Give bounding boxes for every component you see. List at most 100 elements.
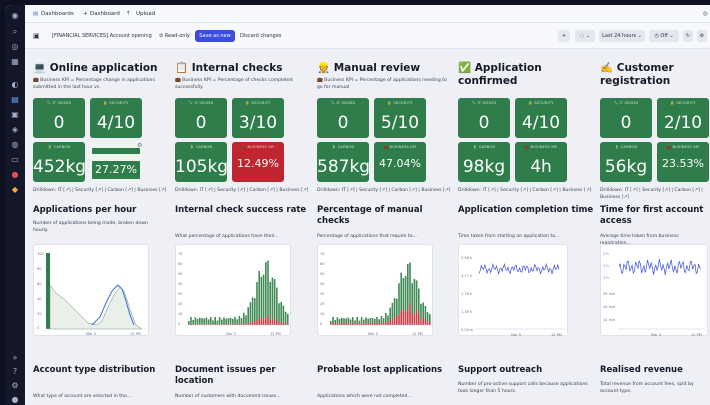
it-issues-tile[interactable]: 🔧 IT ISSUES 0 bbox=[317, 98, 369, 138]
settings-icon[interactable]: ⚙ bbox=[10, 381, 20, 391]
bar-red bbox=[376, 322, 378, 325]
tab-dashboard[interactable]: Dashboard bbox=[90, 9, 120, 19]
carbon-tile[interactable]: 🍃 CARBON 56kg bbox=[600, 142, 652, 182]
read-only-label: ⊘ Read-only bbox=[159, 33, 190, 39]
bar-green bbox=[402, 278, 405, 309]
discard-changes-button[interactable]: Discard changes bbox=[240, 31, 281, 41]
y-tick: 0 bbox=[178, 322, 180, 326]
expand-icon[interactable]: » bbox=[10, 353, 20, 363]
carbon-tile[interactable]: 🍃 CARBON 98kg bbox=[458, 142, 510, 182]
chart-applications-per-hour[interactable]: 100 80 60 40 20 0 Mar 5 12 PM bbox=[33, 244, 149, 336]
add-tile-button[interactable]: + bbox=[558, 30, 570, 42]
logo-icon[interactable]: ◉ bbox=[10, 11, 20, 21]
bar-green bbox=[287, 314, 289, 324]
chart-manual-checks[interactable]: 70 60 50 40 30 20 10 0 Mar 5 12 PM bbox=[317, 244, 433, 336]
search-icon[interactable]: ⌕ bbox=[10, 27, 20, 37]
bar-red bbox=[265, 318, 267, 325]
drilldown-links[interactable]: Drilldown: IT [↗] | Security [↗] | Carbo… bbox=[175, 187, 309, 194]
bar-green bbox=[282, 305, 285, 323]
security-tile[interactable]: 🔒 SECURITY 2/10 bbox=[657, 98, 709, 138]
y-tick: 1 h bbox=[603, 264, 609, 268]
y-tick: 0.00 m bbox=[461, 328, 474, 332]
alert-icon[interactable]: ● bbox=[10, 170, 20, 180]
bar-green bbox=[391, 302, 394, 321]
it-issues-tile[interactable]: 🔧 IT ISSUES 0 bbox=[458, 98, 510, 138]
sidebar-toggle-icon[interactable]: ▣ bbox=[33, 31, 40, 41]
bar-red bbox=[278, 323, 280, 325]
bar-green bbox=[352, 317, 354, 323]
bar-red bbox=[382, 322, 385, 325]
x-tick: 12 PM bbox=[551, 333, 562, 337]
bar-green bbox=[192, 319, 194, 325]
carbon-tile[interactable]: 🍃 CARBON 587kg bbox=[317, 142, 370, 182]
timeframe-selector[interactable]: Last 24 hours ⌄ bbox=[599, 30, 645, 42]
bar-red bbox=[413, 314, 416, 325]
ai-icon[interactable]: ◎ bbox=[10, 42, 20, 52]
x-tick: Mar 5 bbox=[511, 333, 521, 337]
bar-red bbox=[404, 311, 407, 325]
security-tile[interactable]: 🔒 SECURITY 4/10 bbox=[515, 98, 567, 138]
tab-dashboards[interactable]: Dashboards bbox=[41, 9, 74, 19]
help-icon[interactable]: ? bbox=[10, 367, 20, 377]
security-tile[interactable]: 🔒 SECURITY 3/10 bbox=[232, 98, 284, 138]
refresh-selector[interactable]: ◷ Off ⌄ bbox=[649, 30, 679, 42]
bar-green bbox=[396, 298, 398, 316]
business-kpi-tile[interactable]: 27.27% bbox=[90, 142, 142, 182]
dashboards-tab-icon: ▤ bbox=[33, 11, 39, 17]
business-kpi-tile[interactable]: 💼 BUSINESS KPI 12.49% bbox=[232, 142, 284, 182]
drilldown-links[interactable]: Drilldown: IT [↗] | Security [↗] | Carbo… bbox=[33, 187, 167, 194]
security-tile[interactable]: 🔒 SECURITY 5/10 bbox=[374, 98, 426, 138]
refresh-icon[interactable]: ↻ bbox=[683, 30, 693, 42]
window-close-icon[interactable]: ◎ bbox=[703, 9, 708, 19]
drilldown-links[interactable]: Drilldown: IT [↗] | Security [↗] | Carbo… bbox=[317, 187, 451, 194]
business-kpi-tile[interactable]: 💼 BUSINESS KPI 4h bbox=[515, 142, 567, 182]
bar-green bbox=[420, 303, 422, 321]
user-icon[interactable]: ● bbox=[10, 395, 20, 405]
business-kpi-tile[interactable]: 💼 BUSINESS KPI 47.04% bbox=[374, 142, 426, 182]
x-tick: 12 PM bbox=[691, 333, 702, 337]
notebook-icon[interactable]: ▣ bbox=[10, 110, 20, 120]
bar-green bbox=[254, 298, 256, 322]
terminal-icon[interactable]: ▭ bbox=[10, 155, 20, 165]
section-title: Internal check success rate bbox=[175, 205, 307, 215]
bar-red bbox=[258, 318, 260, 325]
section-title: Applications per hour bbox=[33, 205, 137, 215]
bar-green bbox=[276, 287, 278, 321]
carbon-tile[interactable]: 🍃 CARBON 452kg bbox=[33, 142, 86, 182]
it-issues-tile[interactable]: 🔧 IT ISSUES 0 bbox=[33, 98, 85, 138]
upload-icon[interactable]: ⤒ bbox=[127, 9, 129, 19]
settings-icon[interactable]: ⚙ bbox=[697, 30, 707, 42]
bar-series bbox=[188, 260, 289, 325]
chart-internal-check-success[interactable]: 70 60 50 40 30 20 10 0 Mar 5 12 PM bbox=[175, 244, 291, 336]
infra-icon[interactable]: ◍ bbox=[10, 140, 20, 150]
dashboard-title[interactable]: [FINANCIAL SERVICES] Account opening bbox=[52, 31, 152, 41]
chart-completion-time[interactable]: 5.56 h 4.17 h 2.78 h 1.39 h 0.00 m Mar 5… bbox=[458, 244, 568, 337]
bar-red bbox=[280, 321, 282, 325]
tab-upload[interactable]: Upload bbox=[136, 9, 155, 19]
dashboards-icon[interactable]: ▤ bbox=[10, 95, 20, 105]
chart-first-access-time[interactable]: 2 h 1 h 1 h 30 min 20 min 10 min Mar 5 1… bbox=[600, 244, 708, 337]
it-issues-tile[interactable]: 🔧 IT ISSUES 0 bbox=[175, 98, 227, 138]
services-icon[interactable]: ◈ bbox=[10, 125, 20, 135]
filter-button[interactable]: ◌ ⌄ bbox=[575, 30, 595, 42]
bar-green bbox=[249, 302, 252, 323]
bulb-icon[interactable]: ◆ bbox=[10, 185, 20, 195]
monitor-icon[interactable]: ◐ bbox=[10, 80, 20, 90]
y-tick: 1.39 h bbox=[461, 310, 472, 314]
apps-icon[interactable]: ▦ bbox=[10, 57, 20, 67]
x-tick: Mar 5 bbox=[651, 333, 661, 337]
drilldown-links[interactable]: Drilldown: IT [↗] | Security [↗] | Carbo… bbox=[600, 187, 708, 201]
carbon-tile[interactable]: 🍃 CARBON 105kg bbox=[175, 142, 228, 182]
drilldown-links[interactable]: Drilldown: IT [↗] | Security [↗] | Carbo… bbox=[458, 187, 592, 194]
bar-red bbox=[420, 320, 422, 325]
add-icon[interactable]: + bbox=[83, 9, 88, 19]
y-tick: 40 bbox=[37, 297, 41, 301]
bar-green bbox=[413, 278, 416, 315]
save-as-new-button[interactable]: Save as new bbox=[195, 30, 235, 42]
business-kpi-tile[interactable]: 💼 BUSINESS KPI 23.53% bbox=[657, 142, 709, 182]
bottom-section-title: Probable lost applications bbox=[317, 365, 443, 375]
bar-red bbox=[429, 321, 431, 325]
it-issues-tile[interactable]: 🔧 IT ISSUES 0 bbox=[600, 98, 652, 138]
tile-settings-icon[interactable]: ⚙ bbox=[137, 142, 142, 149]
security-tile[interactable]: 🔒 SECURITY 4/10 bbox=[90, 98, 142, 138]
